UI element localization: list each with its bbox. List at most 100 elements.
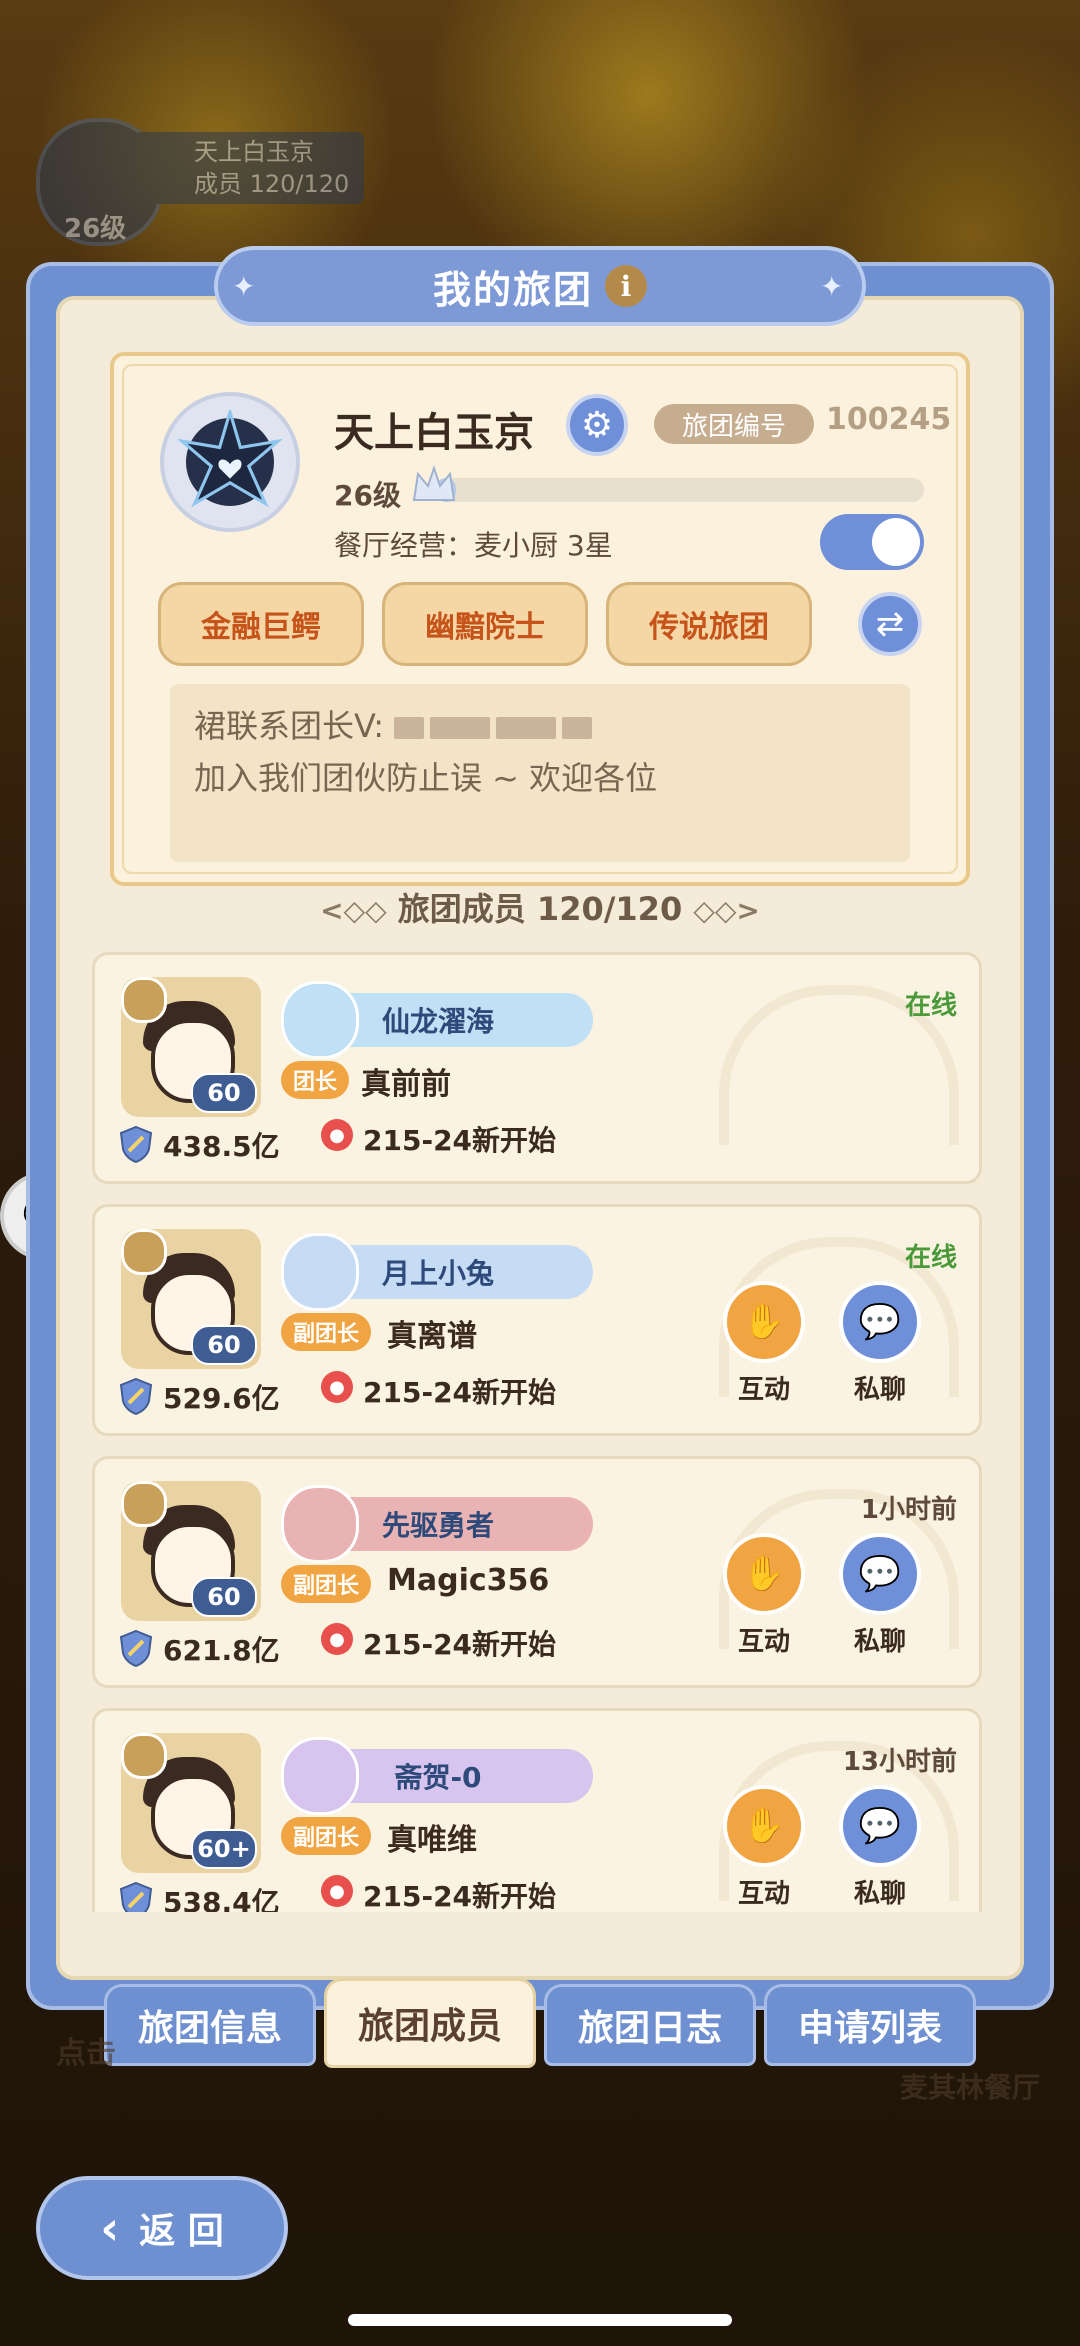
- member-status: 在线: [904, 991, 957, 1021]
- notice-line-1: 裙联系团长V:: [194, 707, 385, 745]
- title-emblem-icon: [281, 1233, 359, 1311]
- title-emblem-icon: [281, 1485, 359, 1563]
- guild-tag-2[interactable]: 幽黯院士: [382, 582, 588, 666]
- class-badge-icon: [121, 977, 167, 1023]
- member-title: 先驱勇者: [381, 1509, 494, 1542]
- handshake-icon: ✋: [742, 1554, 786, 1594]
- member-level: 60+: [191, 1829, 257, 1869]
- panel-title-ribbon: 我的旅团 i: [214, 246, 866, 326]
- swap-arrows-icon: ⇄: [875, 604, 905, 644]
- member-location: 215-24新开始: [363, 1880, 557, 1912]
- guild-notice: 裙联系团长V: 加入我们团伙防止误 ~ 欢迎各位: [170, 684, 910, 862]
- background-hint-text: 点击: [56, 2036, 116, 2071]
- member-power: 438.5亿: [163, 1130, 280, 1163]
- chat-button[interactable]: 💬: [839, 1533, 921, 1615]
- member-row[interactable]: 60 438.5亿 仙龙濯海 团长 真前前 ● 215-24新开始 在线: [92, 952, 982, 1184]
- class-badge-icon: [121, 1733, 167, 1779]
- member-level: 60: [191, 1577, 257, 1617]
- background-guild-level: 26级: [64, 214, 127, 244]
- interact-label: 互动: [737, 1879, 790, 1909]
- background-guild-plate: 天上白玉京 成员 120/120: [134, 132, 364, 204]
- background-guild-badge: 26级 天上白玉京 成员 120/120: [14, 118, 374, 246]
- guild-name: 天上白玉京: [334, 410, 534, 456]
- member-name: 真离谱: [387, 1319, 477, 1354]
- class-badge-icon: [121, 1229, 167, 1275]
- member-status: 13小时前: [842, 1747, 957, 1777]
- member-status: 1小时前: [860, 1495, 957, 1525]
- member-name: Magic356: [387, 1563, 550, 1598]
- member-level: 60: [191, 1073, 257, 1113]
- guild-settings-button[interactable]: ⚙: [566, 394, 628, 456]
- chat-button[interactable]: 💬: [839, 1785, 921, 1867]
- member-role-badge: 团长: [281, 1061, 350, 1099]
- member-location: 215-24新开始: [363, 1376, 557, 1409]
- member-role-badge: 副团长: [281, 1313, 372, 1351]
- swap-tags-button[interactable]: ⇄: [858, 592, 922, 656]
- member-power: 621.8亿: [163, 1634, 280, 1667]
- interact-button[interactable]: ✋: [723, 1533, 805, 1615]
- interact-button[interactable]: ✋: [723, 1785, 805, 1867]
- background-restaurant-label: 麦其林餐厅: [900, 2071, 1041, 2104]
- shield-icon: [119, 1881, 153, 1912]
- location-pin-icon: ●: [321, 1875, 353, 1907]
- member-title: 仙龙濯海: [381, 1005, 494, 1038]
- chat-button[interactable]: 💬: [839, 1281, 921, 1363]
- redacted-block: [496, 717, 557, 739]
- guild-id-label: 旅团编号: [654, 404, 814, 444]
- class-badge-icon: [121, 1481, 167, 1527]
- tab-application-list[interactable]: 申请列表: [764, 1984, 976, 2066]
- chat-label: 私聊: [853, 1627, 906, 1657]
- chat-label: 私聊: [853, 1879, 906, 1909]
- member-list[interactable]: 60 438.5亿 仙龙濯海 团长 真前前 ● 215-24新开始 在线 60 …: [92, 952, 984, 1912]
- info-icon[interactable]: i: [605, 265, 647, 307]
- restaurant-status: 餐厅经营：麦小厨 3星: [334, 529, 613, 562]
- home-indicator: [348, 2314, 732, 2326]
- member-title: 月上小兔: [381, 1257, 494, 1290]
- tab-guild-members[interactable]: 旅团成员: [324, 1978, 536, 2068]
- members-count: 旅团成员 120/120: [397, 890, 683, 928]
- member-name: 真唯维: [387, 1823, 477, 1858]
- redacted-block: [562, 717, 593, 739]
- back-button[interactable]: ‹ 返 回: [36, 2176, 288, 2280]
- redacted-block: [394, 717, 425, 739]
- shield-icon: [119, 1629, 153, 1667]
- notice-line-2: 加入我们团伙防止误 ~ 欢迎各位: [194, 759, 658, 797]
- member-name: 真前前: [361, 1067, 451, 1102]
- members-header: <◇◇ 旅团成员 120/120 ◇◇>: [0, 884, 1080, 930]
- guild-tag-3[interactable]: 传说旅团: [606, 582, 812, 666]
- handshake-icon: ✋: [742, 1302, 786, 1342]
- location-pin-icon: ●: [321, 1119, 353, 1151]
- title-emblem-icon: [281, 981, 359, 1059]
- chevron-left-icon: ‹: [100, 2201, 120, 2255]
- member-power: 529.6亿: [163, 1382, 280, 1415]
- guild-level: 26级: [334, 479, 401, 512]
- member-level: 60: [191, 1325, 257, 1365]
- tab-guild-info[interactable]: 旅团信息: [104, 1984, 316, 2066]
- interact-label: 互动: [737, 1375, 790, 1405]
- location-pin-icon: ●: [321, 1371, 353, 1403]
- guild-toggle[interactable]: [820, 514, 924, 570]
- guild-id: 100245: [826, 402, 952, 437]
- title-emblem-icon: [281, 1737, 359, 1815]
- interact-button[interactable]: ✋: [723, 1281, 805, 1363]
- handshake-icon: ✋: [742, 1806, 786, 1846]
- member-role-badge: 副团长: [281, 1565, 372, 1603]
- shield-icon: [119, 1125, 153, 1163]
- gear-icon: ⚙: [580, 404, 614, 446]
- guild-tag-1[interactable]: 金融巨鳄: [158, 582, 364, 666]
- guild-level-bar: [436, 478, 924, 502]
- member-row[interactable]: 60 621.8亿 先驱勇者 副团长 Magic356 ● 215-24新开始 …: [92, 1456, 982, 1688]
- crown-icon: [412, 464, 456, 501]
- member-row[interactable]: 60 529.6亿 月上小兔 副团长 真离谱 ● 215-24新开始 在线 ✋ …: [92, 1204, 982, 1436]
- chat-bubble-icon: 💬: [858, 1554, 902, 1594]
- ribbon-star-icon: ✦: [820, 270, 844, 303]
- tab-guild-log[interactable]: 旅团日志: [544, 1984, 756, 2066]
- member-row[interactable]: 60+ 538.4亿 斋贺-0 副团长 真唯维 ● 215-24新开始 13小时…: [92, 1708, 982, 1912]
- member-location: 215-24新开始: [363, 1628, 557, 1661]
- ornament-left: <◇◇: [320, 894, 387, 927]
- chat-bubble-icon: 💬: [858, 1806, 902, 1846]
- background-guild-name: 天上白玉京: [194, 138, 314, 166]
- member-location: 215-24新开始: [363, 1124, 557, 1157]
- shield-icon: [119, 1377, 153, 1415]
- ornament-right: ◇◇>: [693, 894, 760, 927]
